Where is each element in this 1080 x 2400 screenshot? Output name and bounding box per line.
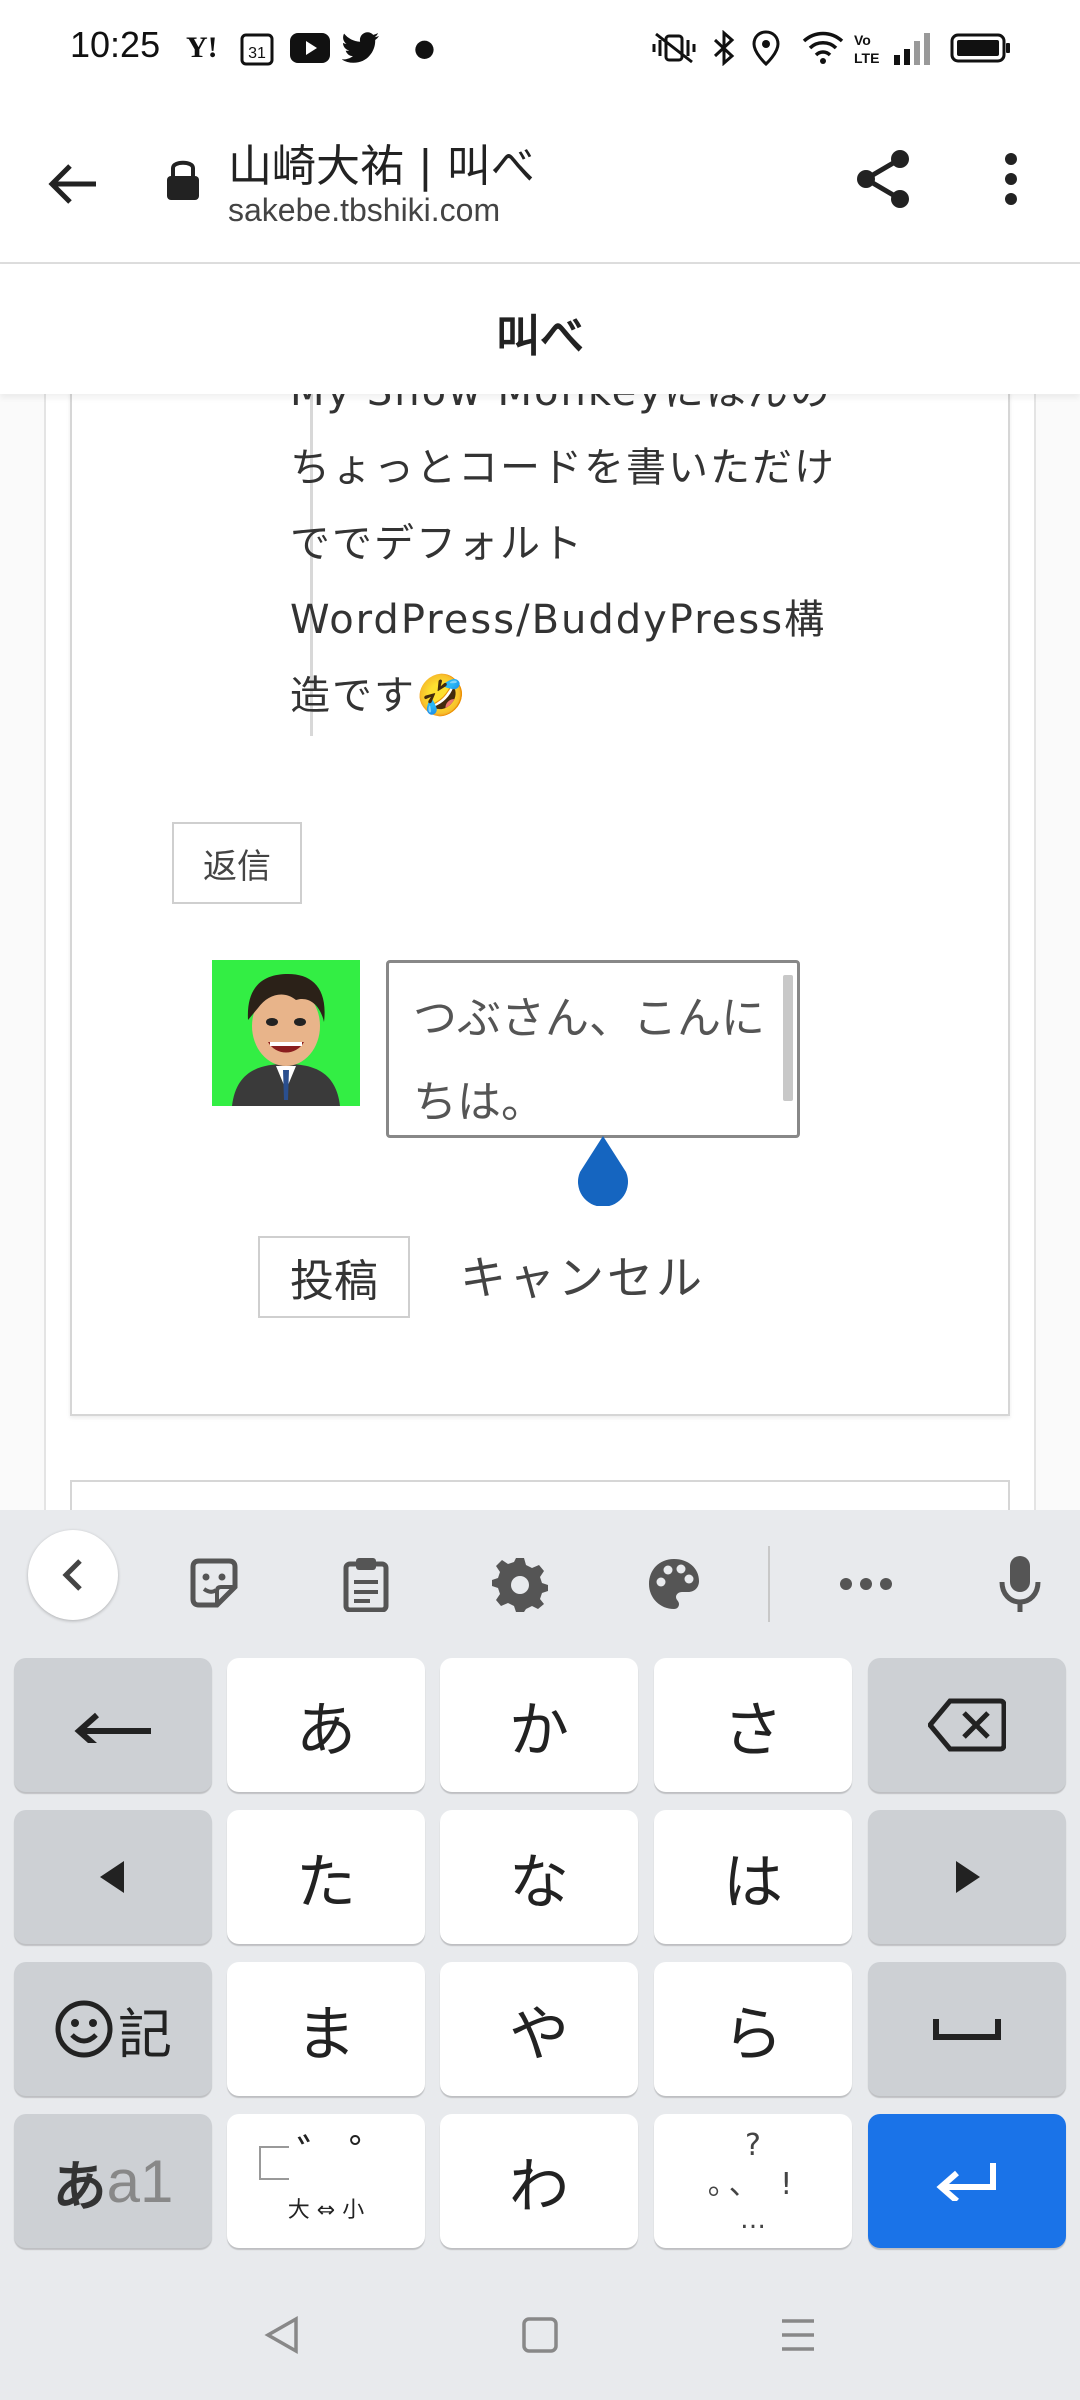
undo-arrow-icon <box>74 1712 151 1743</box>
reply-textarea[interactable]: つぶさん、こんにちは。 <box>386 960 800 1138</box>
settings-icon[interactable] <box>480 1544 560 1624</box>
key-punctuation[interactable]: ? 。、 ! … <box>654 2114 852 2248</box>
share-icon[interactable] <box>850 146 916 212</box>
site-name[interactable]: 叫べ <box>0 300 1080 364</box>
lock-icon[interactable] <box>164 156 202 206</box>
back-arrow-icon[interactable] <box>40 152 104 216</box>
comment-line: ちょっとコードを書いただけ <box>290 445 836 491</box>
next-comment-card <box>70 1480 1010 1510</box>
mode-label-kana: あ <box>52 2154 107 2218</box>
key-cursor-right[interactable] <box>868 1810 1066 1944</box>
notification-dot-icon: ● <box>414 34 435 62</box>
key-backspace[interactable] <box>868 1658 1066 1792</box>
key-cursor-left[interactable] <box>14 1810 212 1944</box>
key-enter[interactable] <box>868 2114 1066 2248</box>
key-na[interactable]: な <box>440 1810 638 1944</box>
clipboard-icon[interactable] <box>326 1544 406 1624</box>
text-cursor-handle-icon[interactable] <box>572 1134 634 1207</box>
status-bar: 10:25 Y! 31 ● Vo LTE <box>0 0 1080 96</box>
page-url[interactable]: sakebe.tbshiki.com <box>228 192 500 229</box>
punct-bottom: … <box>740 2205 766 2235</box>
keyboard: あ か さ た な は 記 ま や ら あ a1 ゛ ゜ 大 ⇔ 小 わ ? 。、… <box>0 1510 1080 2270</box>
punct-top: ? <box>745 2128 761 2163</box>
reply-text: つぶさん、こんにちは。 <box>413 993 765 1128</box>
smiley-icon <box>55 2000 113 2058</box>
nav-recents-icon[interactable] <box>768 2310 828 2360</box>
browser-toolbar: 山崎大祐 | 叫べ sakebe.tbshiki.com <box>0 96 1080 264</box>
youtube-icon <box>290 26 330 70</box>
dakuten-mark: ゛ <box>297 2131 341 2182</box>
triangle-left-icon <box>100 1861 124 1893</box>
handakuten-mark: ゜ <box>349 2131 393 2182</box>
key-a[interactable]: あ <box>227 1658 425 1792</box>
key-ra[interactable]: ら <box>654 1962 852 2096</box>
emoji-key-label: 記 <box>118 2002 172 2066</box>
bluetooth-icon <box>712 26 736 70</box>
key-emoji-symbol[interactable]: 記 <box>14 1962 212 2096</box>
key-space[interactable] <box>868 1962 1066 2096</box>
signal-icon <box>892 26 936 70</box>
backspace-icon <box>928 1698 1006 1752</box>
calendar-icon: 31 <box>240 26 274 70</box>
enter-icon <box>936 2163 996 2201</box>
key-ma[interactable]: ま <box>227 1962 425 2096</box>
key-ha[interactable]: は <box>654 1810 852 1944</box>
more-icon[interactable] <box>826 1544 906 1624</box>
comment-line: WordPress/BuddyPress構 <box>290 597 827 643</box>
key-dakuten[interactable]: ゛ ゜ 大 ⇔ 小 <box>227 2114 425 2248</box>
post-button[interactable]: 投稿 <box>258 1236 410 1318</box>
chevron-left-icon <box>62 1559 82 1591</box>
location-icon <box>752 26 780 70</box>
avatar <box>212 960 360 1106</box>
yahoo-icon: Y! <box>186 31 218 64</box>
comment-line: ででデフォルト <box>290 521 584 567</box>
twitter-icon <box>342 26 380 70</box>
keyboard-collapse-button[interactable] <box>28 1530 118 1620</box>
key-ta[interactable]: た <box>227 1810 425 1944</box>
key-sa[interactable]: さ <box>654 1658 852 1792</box>
punct-mid: 。、 ! <box>707 2167 799 2202</box>
page-content: My Snow Monkeyにほんの ちょっとコードを書いただけ ででデフォルト… <box>0 394 1080 1510</box>
page-title[interactable]: 山崎大祐 | 叫べ <box>228 130 535 194</box>
mic-icon[interactable] <box>980 1544 1060 1624</box>
cancel-link[interactable]: キャンセル <box>460 1242 705 1308</box>
sticker-icon[interactable] <box>174 1544 254 1624</box>
overflow-menu-icon[interactable] <box>996 148 1026 210</box>
dakuten-sublabel: 大 ⇔ 小 <box>287 2198 365 2223</box>
triangle-right-icon <box>956 1861 980 1893</box>
svg-text:LTE: LTE <box>854 50 879 66</box>
key-ya[interactable]: や <box>440 1962 638 2096</box>
key-wa[interactable]: わ <box>440 2114 638 2248</box>
comment-body: My Snow Monkeyにほんの ちょっとコードを書いただけ ででデフォルト… <box>290 394 910 734</box>
key-undo[interactable] <box>14 1658 212 1792</box>
comment-line: My Snow Monkeyにほんの <box>290 394 910 430</box>
nav-home-icon[interactable] <box>510 2310 570 2360</box>
reply-button[interactable]: 返信 <box>172 822 302 904</box>
key-mode-switch[interactable]: あ a1 <box>14 2114 212 2248</box>
site-header: 叫べ <box>0 264 1080 394</box>
nav-back-icon[interactable] <box>252 2310 312 2360</box>
toolbar-divider <box>768 1546 770 1622</box>
svg-text:Vo: Vo <box>854 32 871 48</box>
svg-text:31: 31 <box>248 45 266 62</box>
textarea-scrollbar[interactable] <box>783 975 793 1101</box>
mute-vibrate-icon <box>650 26 698 70</box>
wifi-icon <box>802 26 844 70</box>
status-time: 10:25 <box>70 24 161 65</box>
battery-icon <box>950 26 1012 70</box>
volte-icon: Vo LTE <box>852 26 880 70</box>
space-icon <box>933 2019 1001 2040</box>
theme-palette-icon[interactable] <box>634 1544 714 1624</box>
system-nav-bar <box>0 2270 1080 2400</box>
mode-label-alnum: a1 <box>106 2147 174 2215</box>
comment-line: 造です🤣 <box>290 673 468 719</box>
key-ka[interactable]: か <box>440 1658 638 1792</box>
